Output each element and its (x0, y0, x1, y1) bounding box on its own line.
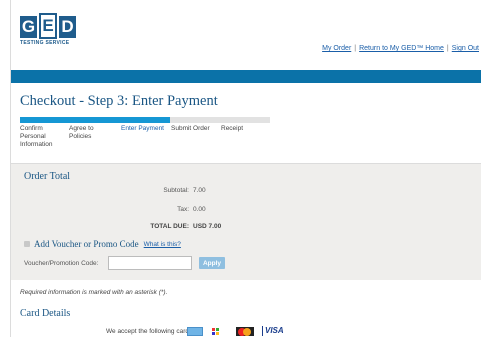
apply-button[interactable]: Apply (199, 257, 225, 269)
discover-card-icon (211, 327, 221, 336)
navigation-bar (11, 70, 481, 83)
logo-letter-g: G (20, 16, 37, 38)
total-due-label: TOTAL DUE: (150, 223, 189, 230)
card-details-heading: Card Details (20, 308, 71, 319)
order-total-panel: Order Total Subtotal: 7.00 Tax: 0.00 TOT… (11, 163, 481, 280)
visa-card-icon: VISA (262, 326, 284, 336)
ged-logo[interactable]: G E D TESTING SERVICE (20, 13, 100, 50)
total-due-value: USD 7.00 (193, 223, 222, 230)
subtotal-value: 7.00 (193, 187, 206, 194)
required-info-note: Required information is marked with an a… (20, 289, 168, 296)
subtotal-label: Subtotal: (163, 187, 189, 194)
voucher-code-label: Voucher/Promotion Code: (24, 260, 99, 267)
mastercard-card-icon (236, 327, 254, 336)
order-total-title: Order Total (24, 171, 71, 182)
link-separator: | (446, 45, 449, 52)
tax-value: 0.00 (193, 206, 206, 213)
my-order-link[interactable]: My Order (322, 45, 351, 52)
step-receipt: Receipt (221, 125, 244, 132)
amex-card-icon (187, 327, 203, 336)
return-home-link[interactable]: Return to My GED™ Home (359, 45, 444, 52)
logo-subtitle: TESTING SERVICE (20, 40, 70, 46)
progress-fill (20, 117, 170, 123)
page-title: Checkout - Step 3: Enter Payment (20, 93, 218, 109)
collapse-square-icon (24, 241, 30, 247)
progress-bar (20, 117, 270, 123)
accepted-cards-label: We accept the following cards: (106, 328, 195, 335)
header-links: My Order | Return to My GED™ Home | Sign Out (322, 45, 479, 52)
logo-letter-d: D (59, 16, 76, 38)
step-confirm-personal-information: Confirm Personal Information (20, 125, 53, 148)
what-is-this-link[interactable]: What is this? (144, 241, 181, 248)
tax-label: Tax: (177, 206, 189, 213)
voucher-heading: Add Voucher or Promo Code (34, 239, 139, 249)
step-agree-to-policies: Agree to Policies (69, 125, 94, 140)
logo-letter-e: E (39, 13, 57, 39)
voucher-code-input[interactable] (108, 256, 192, 270)
sign-out-link[interactable]: Sign Out (452, 45, 479, 52)
link-separator: | (354, 45, 357, 52)
page: G E D TESTING SERVICE My Order | Return to… (10, 0, 481, 337)
voucher-toggle[interactable]: Add Voucher or Promo Code What is this? (24, 239, 181, 249)
step-enter-payment: Enter Payment (121, 125, 164, 132)
header: G E D TESTING SERVICE My Order | Return to… (11, 0, 481, 70)
step-submit-order: Submit Order (171, 125, 210, 132)
